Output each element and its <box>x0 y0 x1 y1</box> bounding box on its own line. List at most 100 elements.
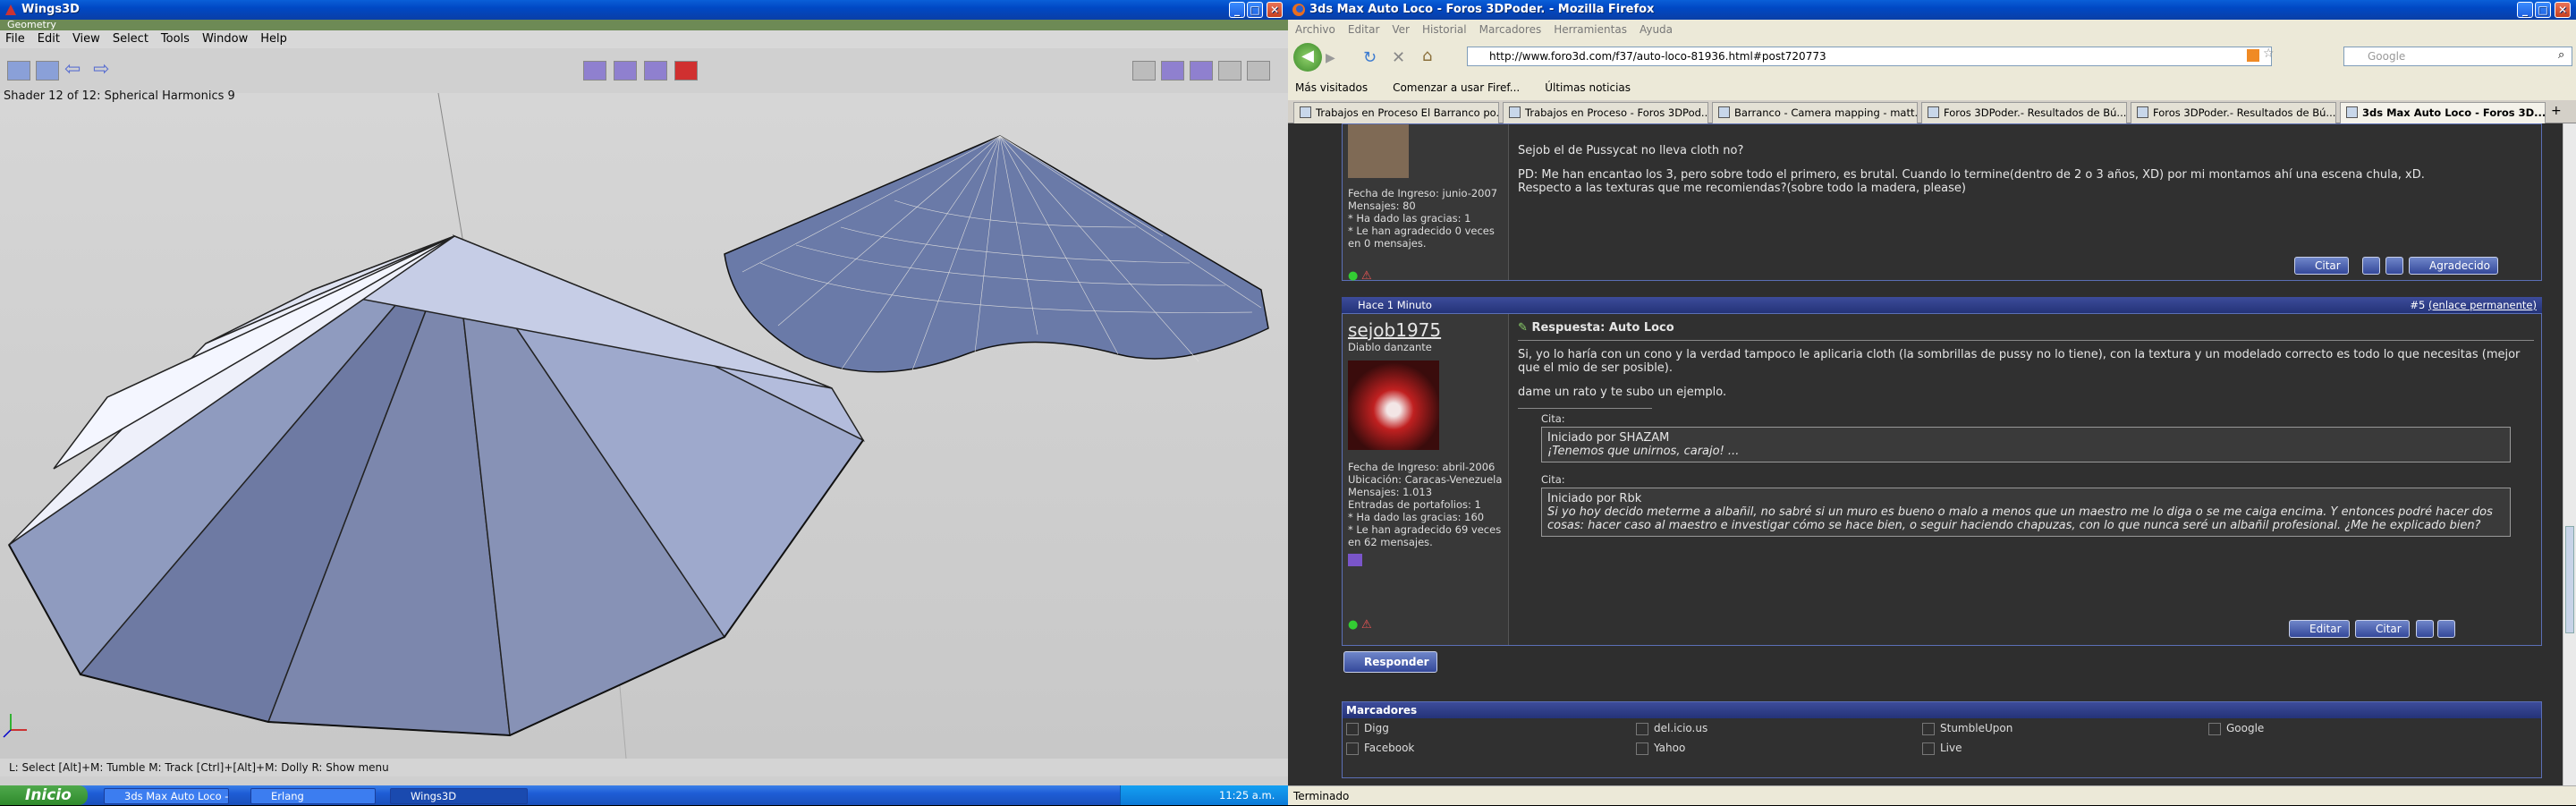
bookmark-ultimas-noticias[interactable]: Últimas noticias <box>1545 81 1631 94</box>
menu-herramientas[interactable]: Herramientas <box>1554 23 1627 36</box>
thanks-posts: en 62 mensajes. <box>1348 536 1433 548</box>
tab-favicon <box>1928 106 1939 118</box>
menu-ver[interactable]: Ver <box>1392 23 1410 36</box>
username-link[interactable]: sejob1975 <box>1348 319 1503 341</box>
axes-icon[interactable] <box>1247 61 1270 81</box>
post-number[interactable]: #5 <box>2410 299 2425 311</box>
task-wings3d[interactable]: Wings3D <box>390 788 528 804</box>
axis-gizmo <box>3 714 27 738</box>
tab-5[interactable]: Foros 3DPoder.- Resultados de Bú... <box>2131 102 2336 123</box>
cite-button[interactable]: Citar <box>2355 620 2410 638</box>
menu-archivo[interactable]: Archivo <box>1295 23 1335 36</box>
menu-tools[interactable]: Tools <box>161 32 190 46</box>
scrollbar-thumb[interactable] <box>2565 526 2574 633</box>
shader-info: Shader 12 of 12: Spherical Harmonics 9 <box>4 89 235 103</box>
face-select-icon[interactable] <box>644 61 667 81</box>
address-bar[interactable]: http://www.foro3d.com/f37/auto-loco-8193… <box>1467 47 2272 66</box>
bookmark-facebook[interactable]: Facebook <box>1346 742 1414 755</box>
3d-viewport[interactable] <box>0 92 1288 759</box>
menu-historial[interactable]: Historial <box>1422 23 1467 36</box>
report-icon[interactable]: ⚠ <box>1361 269 1372 283</box>
tab-1[interactable]: Trabajos en Proceso El Barranco po... <box>1293 102 1499 123</box>
thanks-button[interactable]: Agradecido <box>2409 257 2499 275</box>
search-icon[interactable]: ⌕ <box>2558 48 2564 62</box>
menu-editar[interactable]: Editar <box>1348 23 1380 36</box>
close-button[interactable]: ✕ <box>1267 2 1283 18</box>
new-tab-button[interactable]: + <box>2551 104 2562 118</box>
menu-edit[interactable]: Edit <box>38 32 60 46</box>
undo-arrow-icon[interactable]: ⇦ <box>64 60 88 81</box>
bookmark-stumbleupon[interactable]: StumbleUpon <box>1922 722 2012 735</box>
page-scrollbar[interactable] <box>2563 123 2576 785</box>
report-icon[interactable]: ⚠ <box>1361 618 1372 632</box>
menu-ayuda[interactable]: Ayuda <box>1640 23 1673 36</box>
vertex-select-icon[interactable] <box>583 61 606 81</box>
stumbleupon-icon <box>1922 723 1935 735</box>
reload-icon[interactable]: ↻ <box>1363 48 1377 67</box>
shaded-view-icon[interactable] <box>1190 61 1213 81</box>
bookmark-mas-visitados[interactable]: Más visitados <box>1295 81 1368 94</box>
stop-icon[interactable]: ✕ <box>1392 48 1405 67</box>
multiquote-button[interactable] <box>2362 257 2380 275</box>
menu-marcadores[interactable]: Marcadores <box>1479 23 1542 36</box>
edit-button[interactable]: Editar <box>2289 620 2350 638</box>
firefox-status-bar: Terminado <box>1288 785 2576 805</box>
maximize-button[interactable]: □ <box>1247 2 1263 18</box>
tab-active[interactable]: 3ds Max Auto Loco - Foros 3D... <box>2340 102 2546 123</box>
quote-1: Iniciado por SHAZAM ¡Tenemos que unirnos… <box>1541 427 2511 462</box>
bookmark-delicious[interactable]: del.icio.us <box>1636 722 1707 735</box>
tab-label: 3ds Max Auto Loco - Foros 3D... <box>2362 106 2546 119</box>
redo-arrow-icon[interactable]: ⇨ <box>93 60 116 81</box>
page-content: Fecha de Ingreso: junio-2007 Mensajes: 8… <box>1288 123 2563 785</box>
grid-icon[interactable] <box>1218 61 1241 81</box>
task-erlang[interactable]: Erlang <box>250 788 376 804</box>
close-button[interactable]: ✕ <box>2555 2 2571 18</box>
minimize-button[interactable]: _ <box>1229 2 1245 18</box>
task-firefox[interactable]: 3ds Max Auto Loco - ... <box>104 788 229 804</box>
firefox-titlebar[interactable]: 3ds Max Auto Loco - Foros 3DPoder. - Moz… <box>1288 0 2576 20</box>
task-label: Erlang <box>271 790 304 802</box>
tab-label: Barranco - Camera mapping - matt... <box>1734 106 1918 119</box>
bookmark-yahoo[interactable]: Yahoo <box>1636 742 1685 755</box>
bookmark-live[interactable]: Live <box>1922 742 1962 755</box>
tab-2[interactable]: Trabajos en Proceso - Foros 3DPod... <box>1503 102 1708 123</box>
smooth-preview-icon[interactable] <box>1161 61 1184 81</box>
edge-select-icon[interactable] <box>614 61 637 81</box>
bookmark-google[interactable]: Google <box>2208 722 2264 735</box>
permalink-link[interactable]: (enlace permanente) <box>2428 299 2537 311</box>
wireframe-icon[interactable] <box>1132 61 1156 81</box>
wings3d-titlebar[interactable]: Wings3D _ □ ✕ <box>0 0 1288 20</box>
clock[interactable]: 11:25 a.m. <box>1219 789 1275 802</box>
save-icon[interactable] <box>36 61 59 81</box>
wings-app-icon <box>5 4 16 15</box>
badge-icon <box>1348 554 1362 566</box>
tab-3[interactable]: Barranco - Camera mapping - matt... <box>1712 102 1918 123</box>
quick-reply-button[interactable] <box>2385 257 2403 275</box>
back-arrow-icon[interactable]: ◀ <box>1293 43 1322 72</box>
maximize-button[interactable]: □ <box>2535 2 2551 18</box>
url-text: http://www.foro3d.com/f37/auto-loco-8193… <box>1489 50 1826 63</box>
home-icon[interactable]: ⌂ <box>1422 47 1432 65</box>
bookmark-comenzar[interactable]: Comenzar a usar Firef... <box>1393 81 1520 94</box>
menu-view[interactable]: View <box>72 32 100 46</box>
quote-text: ¡Tenemos que unirnos, carajo! ... <box>1547 445 1740 458</box>
menu-file[interactable]: File <box>5 32 25 46</box>
tab-4[interactable]: Foros 3DPoder.- Resultados de Bú... <box>1921 102 2127 123</box>
menu-window[interactable]: Window <box>202 32 248 46</box>
open-folder-icon[interactable] <box>7 61 30 81</box>
online-status-icon: ● <box>1348 618 1359 632</box>
cite-button[interactable]: Citar <box>2294 257 2349 275</box>
quick-reply-button[interactable] <box>2437 620 2455 638</box>
search-input[interactable]: Google <box>2343 47 2572 66</box>
bookmark-digg[interactable]: Digg <box>1346 722 1389 735</box>
forward-arrow-icon[interactable]: ▶ <box>1326 48 1345 68</box>
body-select-icon[interactable] <box>674 61 698 81</box>
reply-button[interactable]: Responder <box>1343 651 1437 673</box>
multiquote-button[interactable] <box>2416 620 2434 638</box>
rss-icon[interactable] <box>2247 49 2259 62</box>
bookmark-star-icon[interactable]: ☆ <box>2263 47 2275 61</box>
menu-select[interactable]: Select <box>113 32 148 46</box>
start-button[interactable]: Inicio <box>0 785 88 805</box>
minimize-button[interactable]: _ <box>2517 2 2533 18</box>
menu-help[interactable]: Help <box>260 32 287 46</box>
